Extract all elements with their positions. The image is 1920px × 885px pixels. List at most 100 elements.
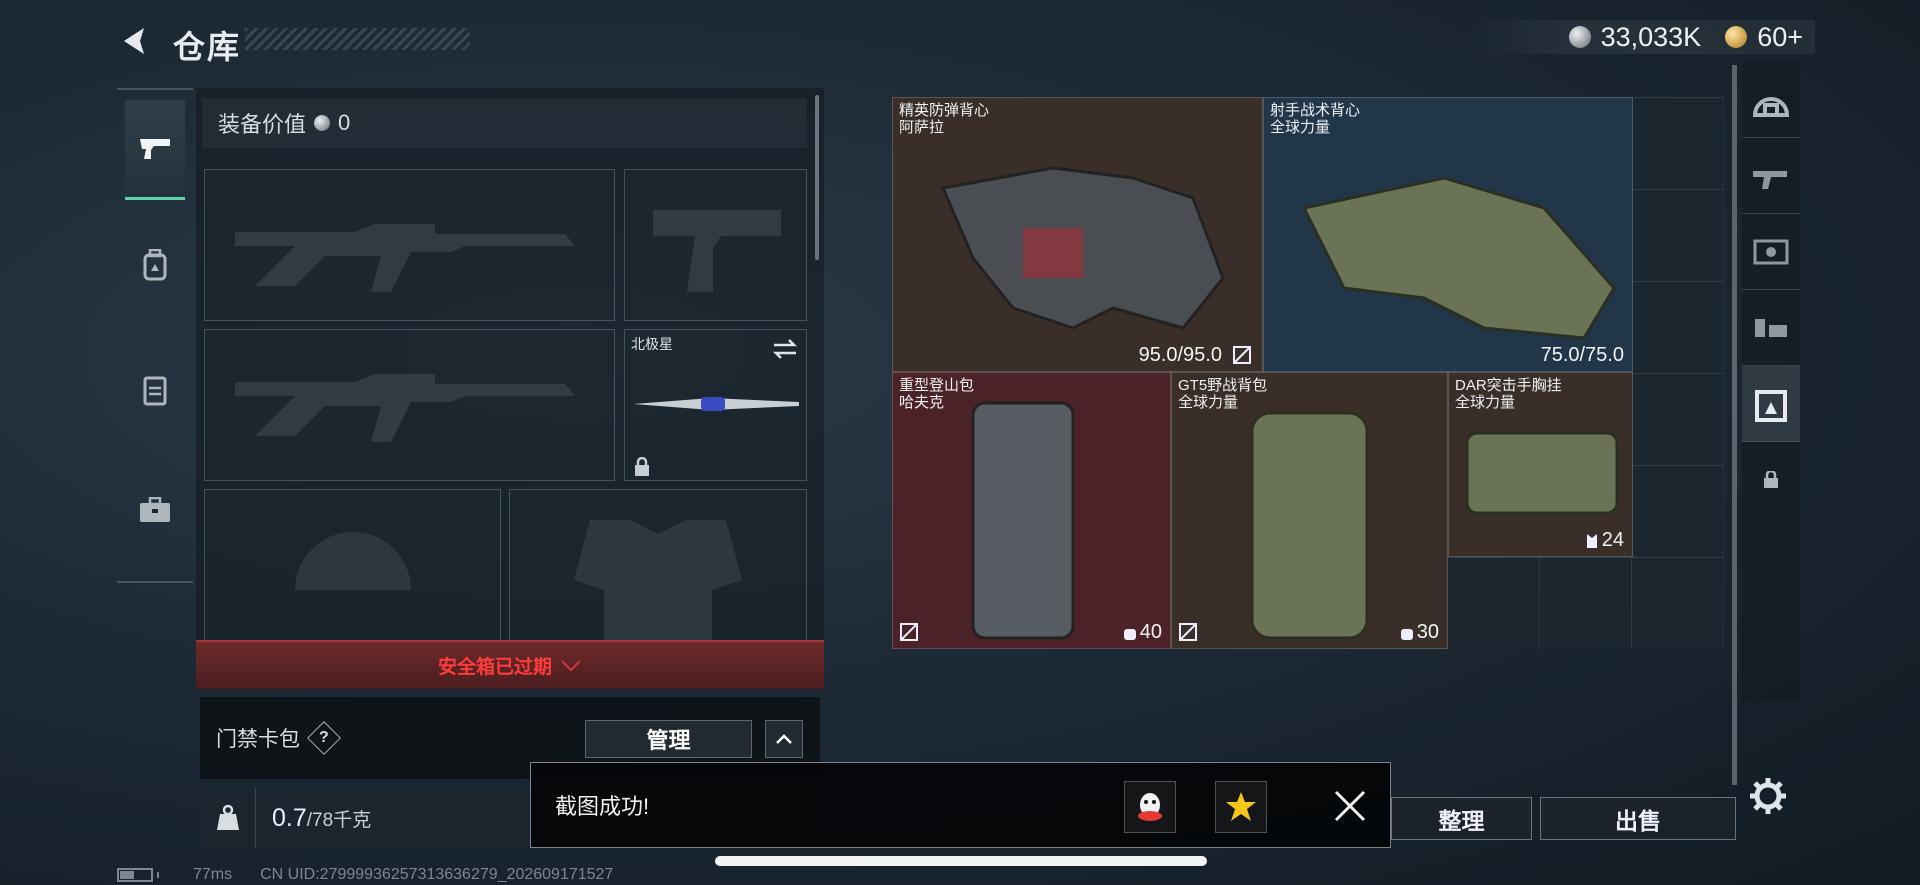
- weight-value: 0.7: [272, 803, 307, 832]
- backpack-icon: [1123, 628, 1136, 640]
- helmet-slot[interactable]: [204, 489, 501, 641]
- vest-icon: [143, 376, 167, 406]
- silver-coin-icon: [314, 115, 331, 131]
- stash-item-heavy-backpack[interactable]: 重型登山包 哈夫克 40: [892, 372, 1171, 649]
- stash-item-elite-vest[interactable]: 精英防弹背心 阿萨拉 95.0/95.0: [892, 97, 1263, 372]
- backpack-icon: [143, 249, 167, 281]
- weight-capacity: /78千克: [306, 809, 372, 831]
- category-3[interactable]: [1742, 138, 1800, 214]
- lock-icon: [635, 457, 649, 476]
- equipment-value-bar: 装备价值 0: [202, 98, 807, 148]
- chest-rig-image-icon: [1465, 431, 1619, 515]
- keycard-label: 门禁卡包: [216, 728, 300, 751]
- stash-item-marksman-vest[interactable]: 射手战术背心 全球力量 75.0/75.0: [1263, 97, 1633, 372]
- equipment-value: 0: [338, 110, 351, 135]
- item-durability: 75.0/75.0: [1540, 344, 1624, 366]
- weight-display: 0.7/78千克: [256, 804, 371, 833]
- silver-currency-value: 33,033K: [1600, 21, 1702, 52]
- currency-bar: 33,033K 60+: [1470, 20, 1815, 54]
- title-decoration: [245, 28, 470, 50]
- weight-icon: [216, 804, 239, 830]
- briefcase-icon: [140, 497, 170, 522]
- nav-vest[interactable]: [125, 340, 185, 440]
- safe-box-banner[interactable]: 安全箱已过期: [196, 640, 824, 689]
- stash-item-gt5-backpack[interactable]: GT5野战背包 全球力量 30: [1171, 372, 1448, 649]
- no-repair-icon: [1233, 346, 1251, 364]
- nav-case[interactable]: [125, 460, 185, 560]
- battery-icon: [117, 868, 159, 882]
- gold-currency-value[interactable]: 60+: [1757, 22, 1803, 53]
- no-repair-icon: [900, 623, 918, 641]
- swap-icon[interactable]: [772, 338, 798, 360]
- status-bar: 77ms CN UID:2799993625731363627​9_202609…: [117, 866, 613, 884]
- close-icon[interactable]: [1331, 787, 1369, 825]
- primary-weapon-slot[interactable]: [204, 169, 615, 321]
- rifle-silhouette-icon: [235, 224, 575, 292]
- share-qzone-button[interactable]: [1215, 781, 1267, 833]
- no-repair-icon: [1179, 623, 1197, 641]
- nav-weapons[interactable]: [125, 100, 185, 200]
- item-brand: 全球力量: [1455, 394, 1516, 411]
- category-locked[interactable]: [1742, 442, 1800, 518]
- loadout-scrollbar[interactable]: [815, 95, 819, 260]
- back-icon[interactable]: [118, 24, 152, 58]
- equipment-value-label: 装备价值: [218, 112, 307, 137]
- lock-icon: [1764, 471, 1778, 488]
- melee-slot[interactable]: 北极星: [624, 329, 807, 481]
- safe-box-status: 安全箱已过期: [437, 657, 552, 678]
- item-capacity: 24: [1585, 529, 1624, 552]
- category-bags[interactable]: [1742, 366, 1800, 442]
- sell-button[interactable]: 出售: [1540, 797, 1736, 840]
- pistol-silhouette-icon: [653, 210, 781, 292]
- stash-scrollbar[interactable]: [1732, 65, 1737, 785]
- item-brand: 阿萨拉: [899, 119, 945, 136]
- item-name: DAR突击手胸挂: [1455, 377, 1562, 394]
- rifle-silhouette-icon: [235, 374, 575, 442]
- armor-slot[interactable]: [509, 489, 807, 641]
- backpack-icon: [1400, 628, 1413, 640]
- equipment-category-icon: [1753, 239, 1789, 264]
- page-title: 仓库: [173, 29, 242, 65]
- backpack-image-icon: [1250, 411, 1369, 640]
- sort-button[interactable]: 整理: [1391, 797, 1532, 840]
- pistol-icon: [140, 138, 170, 159]
- gear-icon[interactable]: [1748, 776, 1788, 816]
- category-3b[interactable]: [1742, 290, 1800, 366]
- armor-icon: [574, 520, 742, 640]
- home-indicator[interactable]: [715, 856, 1207, 866]
- item-name: 精英防弹背心: [899, 102, 990, 119]
- secondary-weapon-slot[interactable]: [204, 329, 615, 481]
- help-icon[interactable]: ?: [307, 721, 341, 755]
- helmet-icon: [1752, 96, 1790, 117]
- ping: 77ms: [193, 866, 233, 883]
- chevron-down-icon: [561, 659, 581, 671]
- loadout-nav: [117, 88, 193, 583]
- qzone-icon: [1226, 792, 1256, 821]
- manage-button[interactable]: 管理: [585, 720, 752, 758]
- gear-category-icon: [1755, 318, 1787, 337]
- item-name: 重型登山包: [899, 377, 975, 394]
- vest-icon: [1586, 533, 1597, 548]
- item-brand: 全球力量: [1270, 119, 1331, 136]
- screenshot-toast: 截图成功!: [530, 762, 1391, 848]
- vest-image-icon: [940, 166, 1225, 330]
- uid-text: CN UID:2799993625731363627​9_20260917152…: [260, 866, 614, 883]
- nav-backpack[interactable]: [125, 215, 185, 315]
- melee-name: 北极星: [631, 336, 673, 352]
- category-all[interactable]: [1742, 62, 1800, 138]
- share-qq-button[interactable]: [1124, 781, 1176, 833]
- item-capacity: 30: [1400, 621, 1439, 644]
- chevron-up-icon: [776, 734, 792, 744]
- stash-item-dar-chest-rig[interactable]: DAR突击手胸挂 全球力量 24: [1448, 372, 1633, 557]
- backpack-icon: [1755, 389, 1787, 422]
- weapon-category-icon: [1753, 170, 1787, 189]
- backpack-image-icon: [971, 401, 1075, 640]
- qq-icon: [1138, 793, 1162, 821]
- silver-coin-icon: [1568, 26, 1591, 48]
- vest-image-icon: [1301, 176, 1616, 340]
- category-v[interactable]: [1742, 214, 1800, 290]
- pistol-slot[interactable]: [624, 169, 807, 321]
- helmet-icon: [295, 532, 411, 590]
- stash-category-nav: [1742, 62, 1800, 702]
- expand-button[interactable]: [765, 720, 803, 758]
